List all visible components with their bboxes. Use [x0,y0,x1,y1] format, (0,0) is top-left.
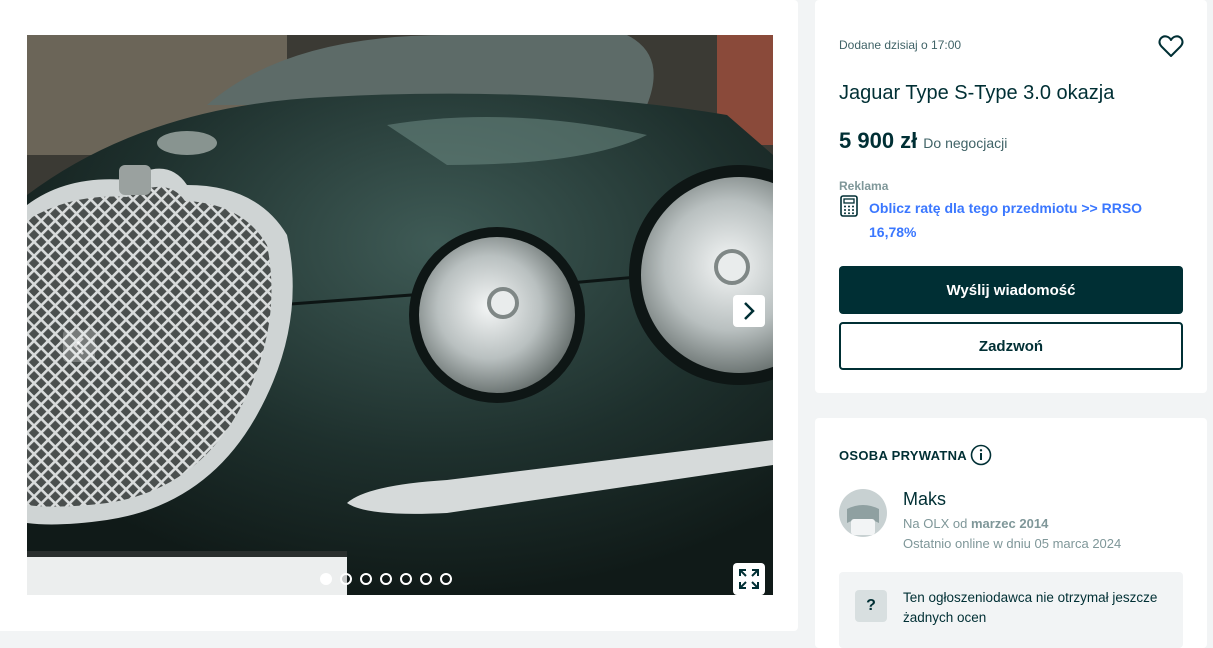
rating-notice-text: Ten ogłoszeniodawca nie otrzymał jeszcze… [903,590,1158,625]
rating-notice: ? Ten ogłoszeniodawca nie otrzymał jeszc… [839,572,1183,648]
info-icon[interactable] [970,444,992,466]
pagination-dot[interactable] [320,573,332,585]
car-photo-illustration [27,35,773,595]
ad-label: Reklama [839,179,889,193]
price: 5 900 zł [839,128,918,153]
pagination-dot[interactable] [340,573,352,585]
call-button[interactable]: Zadzwoń [839,322,1183,370]
avatar [839,489,887,537]
photo-pagination [320,573,452,585]
favorite-button[interactable] [1158,34,1184,58]
member-since: Na OLX od marzec 2014 [903,516,1048,531]
member-since-date: marzec 2014 [970,516,1049,531]
chevron-left-icon [73,337,84,355]
gallery-card [0,0,798,631]
last-online: Ostatnio online w dniu 05 marca 2024 [903,536,1122,551]
pagination-dot[interactable] [380,573,392,585]
listing-summary-card: Dodane dzisiaj o 17:00 Jaguar Type S-Typ… [815,0,1207,393]
pagination-dot[interactable] [440,573,452,585]
pagination-dot[interactable] [420,573,432,585]
heart-icon [1158,35,1184,57]
fullscreen-button[interactable] [733,563,765,595]
member-since-prefix: Na OLX od [903,516,968,531]
listing-title: Jaguar Type S-Type 3.0 okazja [839,82,1115,104]
price-row: 5 900 zł Do negocjacji [839,128,1007,154]
pagination-dot[interactable] [360,573,372,585]
question-mark-icon: ? [855,590,887,622]
calculator-icon [840,195,858,217]
listing-photo[interactable] [27,35,773,595]
installment-calculator-link[interactable]: Oblicz ratę dla tego przedmiotu >> RRSO … [869,196,1169,244]
seller-card: OSOBA PRYWATNA Maks Na OLX od marzec 201… [815,418,1207,648]
posted-date: Dodane dzisiaj o 17:00 [839,38,962,52]
chevron-right-icon [744,302,755,320]
seller-type-label: OSOBA PRYWATNA [839,448,967,463]
expand-icon [739,569,759,589]
send-message-button[interactable]: Wyślij wiadomość [839,266,1183,314]
pagination-dot[interactable] [400,573,412,585]
next-photo-button[interactable] [733,295,765,327]
negotiable-label: Do negocjacji [923,135,1008,151]
seller-name: Maks [903,489,947,509]
prev-photo-button[interactable] [63,330,95,362]
